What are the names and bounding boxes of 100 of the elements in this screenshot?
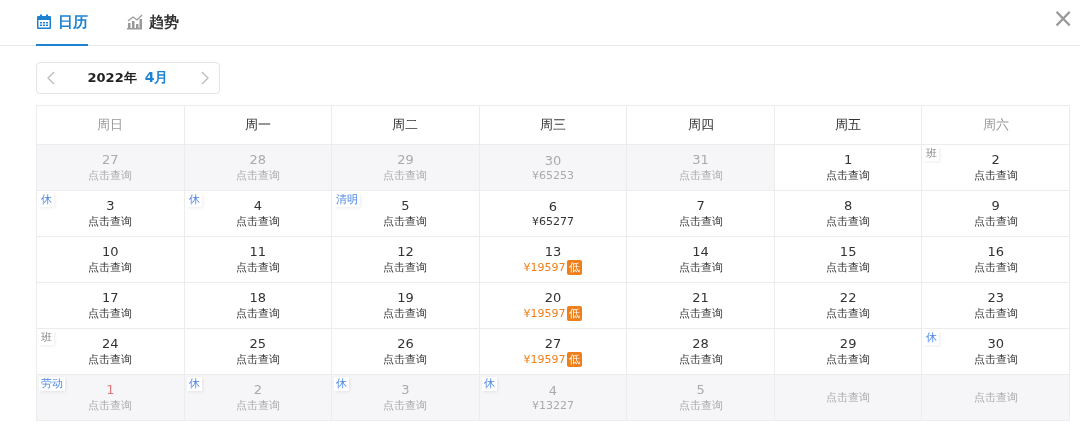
- date-cell[interactable]: 29 点击查询: [774, 329, 923, 375]
- query-text: 点击查询: [973, 352, 1018, 367]
- date-cell[interactable]: 17 点击查询: [37, 283, 185, 329]
- query-text: 点击查询: [88, 398, 133, 413]
- holiday-tag: 劳动: [39, 377, 65, 391]
- day-number: 19: [397, 290, 414, 305]
- date-cell[interactable]: 1 点击查询: [774, 145, 923, 191]
- date-cell[interactable]: 班 2 点击查询: [922, 145, 1070, 191]
- date-cell[interactable]: 7 点击查询: [627, 191, 775, 237]
- query-text: 点击查询: [235, 352, 280, 367]
- query-text: 点击查询: [235, 168, 280, 183]
- date-cell[interactable]: 21 点击查询: [627, 283, 775, 329]
- previous-month-button[interactable]: [47, 71, 55, 85]
- query-text: 点击查询: [235, 306, 280, 321]
- day-number: 25: [249, 336, 267, 351]
- low-price-badge: 低: [567, 352, 583, 367]
- date-cell[interactable]: 休 30 点击查询: [922, 329, 1070, 375]
- query-text: 点击查询: [826, 214, 871, 229]
- holiday-tag: 休: [334, 377, 350, 391]
- date-cell[interactable]: 22 点击查询: [774, 283, 923, 329]
- date-cell[interactable]: 14 点击查询: [627, 237, 775, 283]
- query-text: 点击查询: [88, 306, 133, 321]
- date-cell[interactable]: 18 点击查询: [184, 283, 333, 329]
- date-cell[interactable]: 27 ¥19597 低: [479, 329, 628, 375]
- holiday-tag: 休: [481, 377, 497, 391]
- day-number: 28: [692, 336, 709, 351]
- day-number: 11: [249, 244, 267, 259]
- query-text: 点击查询: [383, 398, 428, 413]
- date-cell[interactable]: 19 点击查询: [332, 283, 480, 329]
- date-cell[interactable]: 23 点击查询: [922, 283, 1070, 329]
- date-cell[interactable]: 10 点击查询: [37, 237, 185, 283]
- date-cell[interactable]: 16 点击查询: [922, 237, 1070, 283]
- day-number: 26: [397, 336, 414, 351]
- date-cell[interactable]: 清明 5 点击查询: [332, 191, 480, 237]
- date-cell[interactable]: 休 2 点击查询: [184, 375, 333, 421]
- query-text: 点击查询: [678, 306, 723, 321]
- day-number: 21: [692, 290, 709, 305]
- date-cell[interactable]: 8 点击查询: [774, 191, 923, 237]
- date-cell[interactable]: 15 点击查询: [774, 237, 923, 283]
- query-text: 点击查询: [826, 168, 871, 183]
- query-text: 点击查询: [678, 260, 723, 275]
- query-text: 点击查询: [678, 214, 723, 229]
- day-number: 13: [544, 244, 562, 259]
- query-text: 点击查询: [88, 352, 133, 367]
- query-text: 点击查询: [826, 352, 871, 367]
- day-number: 1: [844, 152, 853, 167]
- date-cell[interactable]: 休 4 ¥13227: [479, 375, 628, 421]
- calendar-icon: [36, 14, 52, 30]
- date-cell[interactable]: 9 点击查询: [922, 191, 1070, 237]
- day-number: 17: [102, 290, 119, 305]
- date-cell[interactable]: 班 24 点击查询: [37, 329, 185, 375]
- holiday-tag: 休: [186, 377, 202, 391]
- date-cell[interactable]: 12 点击查询: [332, 237, 480, 283]
- query-text: 点击查询: [383, 260, 428, 275]
- date-cell[interactable]: 休 3 点击查询: [332, 375, 480, 421]
- price-text: ¥13227: [532, 399, 574, 412]
- day-number: 23: [987, 290, 1004, 305]
- holiday-tag: 休: [186, 193, 202, 207]
- query-text: 点击查询: [88, 168, 133, 183]
- query-text: 点击查询: [826, 390, 871, 405]
- next-month-button[interactable]: [201, 71, 209, 85]
- day-number: 1: [106, 382, 115, 397]
- day-number: 4: [253, 198, 262, 213]
- query-text: 点击查询: [826, 306, 871, 321]
- year-label: 2022年: [87, 69, 137, 87]
- day-number: 15: [839, 244, 857, 259]
- day-number: 24: [102, 336, 119, 351]
- holiday-tag: 休: [39, 193, 54, 207]
- query-text: 点击查询: [678, 168, 723, 183]
- day-number: 8: [844, 198, 853, 213]
- day-number: 7: [696, 198, 705, 213]
- tab[interactable]: 日历: [36, 0, 88, 46]
- query-text: 点击查询: [973, 214, 1018, 229]
- query-text: 点击查询: [973, 168, 1018, 183]
- date-cell[interactable]: 13 ¥19597 低: [479, 237, 628, 283]
- day-number: 14: [692, 244, 709, 259]
- day-number: 9: [991, 198, 1000, 213]
- query-text: 点击查询: [383, 168, 428, 183]
- date-cell[interactable]: 休 4 点击查询: [184, 191, 333, 237]
- query-text: 点击查询: [88, 214, 133, 229]
- day-number: 3: [106, 198, 115, 213]
- date-cell[interactable]: 劳动 1 点击查询: [37, 375, 185, 421]
- day-number: 5: [401, 198, 410, 213]
- day-number: 12: [397, 244, 414, 259]
- query-text: 点击查询: [973, 306, 1018, 321]
- date-cell[interactable]: 休 3 点击查询: [37, 191, 185, 237]
- day-number: 27: [102, 152, 119, 167]
- date-cell[interactable]: 6 ¥65277: [479, 191, 628, 237]
- price-text: ¥65253: [532, 169, 574, 182]
- date-cell[interactable]: 11 点击查询: [184, 237, 333, 283]
- date-cell[interactable]: 25 点击查询: [184, 329, 333, 375]
- holiday-tag: 班: [39, 331, 54, 345]
- holiday-tag: 班: [924, 147, 940, 161]
- date-cell[interactable]: 28 点击查询: [627, 329, 775, 375]
- day-number: 3: [401, 382, 410, 397]
- day-number: 10: [102, 244, 119, 259]
- day-number: 30: [987, 336, 1004, 351]
- date-cell[interactable]: 20 ¥19597 低: [479, 283, 628, 329]
- date-cell[interactable]: 26 点击查询: [332, 329, 480, 375]
- tab[interactable]: 趋势: [126, 0, 179, 46]
